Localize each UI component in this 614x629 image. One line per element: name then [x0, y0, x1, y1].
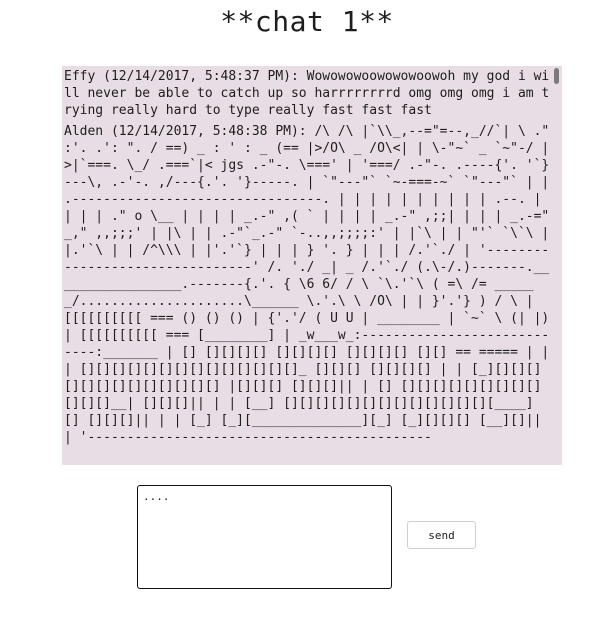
chat-log[interactable]: Effy (12/14/2017, 5:48:37 PM): Wowowowoo…	[62, 66, 562, 465]
send-button[interactable]: send	[407, 521, 476, 549]
scrollbar-thumb[interactable]	[554, 68, 559, 84]
chat-message: Alden (12/14/2017, 5:48:38 PM): /\ /\ |`…	[64, 124, 558, 445]
chat-message: Effy (12/14/2017, 5:48:37 PM): Wowowowoo…	[64, 69, 550, 118]
page-title: **chat 1**	[220, 5, 394, 38]
message-input[interactable]: ....	[137, 485, 392, 589]
